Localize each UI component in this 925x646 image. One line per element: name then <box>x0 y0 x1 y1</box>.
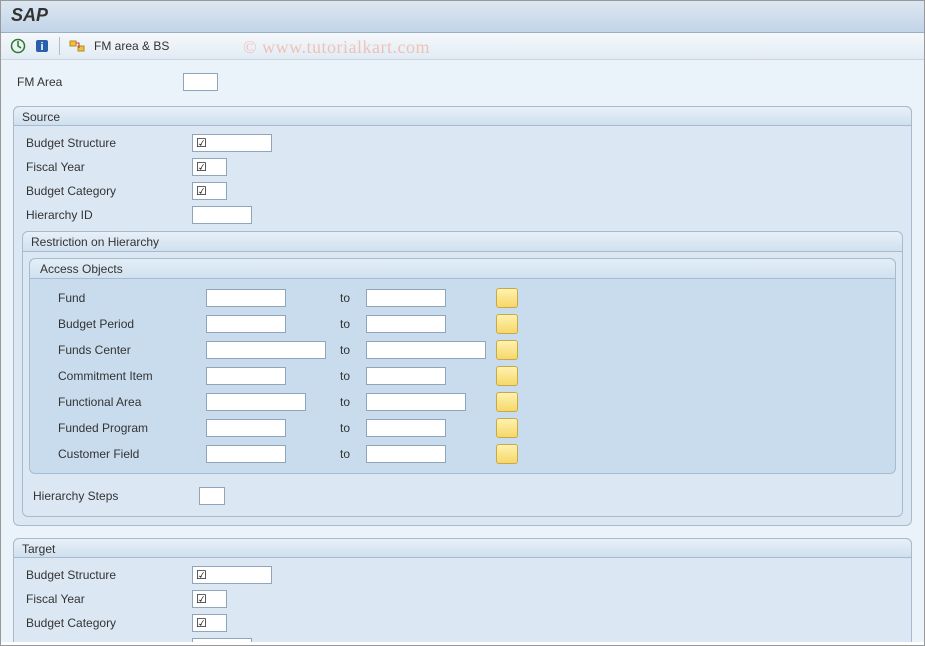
access-to-input[interactable] <box>366 445 446 463</box>
to-label: to <box>326 343 366 357</box>
target-fiscal-year-input[interactable] <box>192 590 227 608</box>
multiple-selection-button[interactable] <box>496 288 518 308</box>
access-row: Fund to <box>36 285 889 311</box>
fm-area-row: FM Area <box>13 70 912 94</box>
to-label: to <box>326 317 366 331</box>
access-to-input[interactable] <box>366 341 486 359</box>
access-to-input[interactable] <box>366 393 466 411</box>
hierarchy-id-input[interactable] <box>192 206 252 224</box>
multiple-selection-button[interactable] <box>496 444 518 464</box>
source-group: Source Budget Structure ☑ Fiscal Year ☑ … <box>13 106 912 526</box>
restriction-subgroup: Restriction on Hierarchy Access Objects … <box>22 231 903 517</box>
execute-icon[interactable] <box>9 37 27 55</box>
access-label: Customer Field <box>36 447 206 461</box>
to-label: to <box>326 369 366 383</box>
access-from-input[interactable] <box>206 315 286 333</box>
target-budget-category-label: Budget Category <box>22 616 192 630</box>
content-area: FM Area Source Budget Structure ☑ Fiscal… <box>1 60 924 642</box>
target-budget-category-input[interactable] <box>192 614 227 632</box>
source-group-title: Source <box>13 106 912 126</box>
to-label: to <box>326 395 366 409</box>
hierarchy-id-label: Hierarchy ID <box>22 208 192 222</box>
multiple-selection-button[interactable] <box>496 314 518 334</box>
multiple-selection-button[interactable] <box>496 366 518 386</box>
budget-structure-label: Budget Structure <box>22 136 192 150</box>
access-label: Funded Program <box>36 421 206 435</box>
budget-category-label: Budget Category <box>22 184 192 198</box>
hierarchy-steps-input[interactable] <box>199 487 225 505</box>
hierarchy-steps-label: Hierarchy Steps <box>29 489 199 503</box>
access-row: Commitment Item to <box>36 363 889 389</box>
restriction-title: Restriction on Hierarchy <box>23 232 902 252</box>
access-row: Funds Center to <box>36 337 889 363</box>
access-from-input[interactable] <box>206 445 286 463</box>
to-label: to <box>326 447 366 461</box>
access-objects-title: Access Objects <box>30 259 895 279</box>
target-group: Target Budget Structure ☑ Fiscal Year ☑ … <box>13 538 912 642</box>
access-from-input[interactable] <box>206 393 306 411</box>
access-row: Functional Area to <box>36 389 889 415</box>
svg-text:i: i <box>40 41 43 53</box>
access-row: Funded Program to <box>36 415 889 441</box>
access-to-input[interactable] <box>366 419 446 437</box>
multiple-selection-button[interactable] <box>496 340 518 360</box>
to-label: to <box>326 421 366 435</box>
multiple-selection-button[interactable] <box>496 392 518 412</box>
toolbar: i FM area & BS <box>1 33 924 60</box>
fm-area-input[interactable] <box>183 73 218 91</box>
multiple-selection-button[interactable] <box>496 418 518 438</box>
access-to-input[interactable] <box>366 315 446 333</box>
fm-area-bs-button[interactable]: FM area & BS <box>94 39 169 53</box>
access-row: Budget Period to <box>36 311 889 337</box>
page-title: SAP <box>1 1 924 33</box>
access-label: Fund <box>36 291 206 305</box>
target-budget-structure-input[interactable] <box>192 566 272 584</box>
target-fiscal-year-label: Fiscal Year <box>22 592 192 606</box>
access-from-input[interactable] <box>206 419 286 437</box>
target-group-title: Target <box>13 538 912 558</box>
access-from-input[interactable] <box>206 367 286 385</box>
fm-area-label: FM Area <box>13 75 183 89</box>
access-label: Funds Center <box>36 343 206 357</box>
access-from-input[interactable] <box>206 289 286 307</box>
fiscal-year-label: Fiscal Year <box>22 160 192 174</box>
target-hierarchy-id-input[interactable] <box>192 638 252 642</box>
access-label: Budget Period <box>36 317 206 331</box>
info-icon[interactable]: i <box>33 37 51 55</box>
budget-category-input[interactable] <box>192 182 227 200</box>
access-to-input[interactable] <box>366 289 446 307</box>
fm-area-icon[interactable] <box>68 37 86 55</box>
toolbar-separator <box>59 37 60 55</box>
access-label: Functional Area <box>36 395 206 409</box>
target-hierarchy-id-label: Hierarchy ID <box>22 640 192 642</box>
access-to-input[interactable] <box>366 367 446 385</box>
to-label: to <box>326 291 366 305</box>
fiscal-year-input[interactable] <box>192 158 227 176</box>
access-from-input[interactable] <box>206 341 326 359</box>
target-budget-structure-label: Budget Structure <box>22 568 192 582</box>
access-row: Customer Field to <box>36 441 889 467</box>
budget-structure-input[interactable] <box>192 134 272 152</box>
access-label: Commitment Item <box>36 369 206 383</box>
access-objects-group: Access Objects FundtoBudget PeriodtoFund… <box>29 258 896 474</box>
